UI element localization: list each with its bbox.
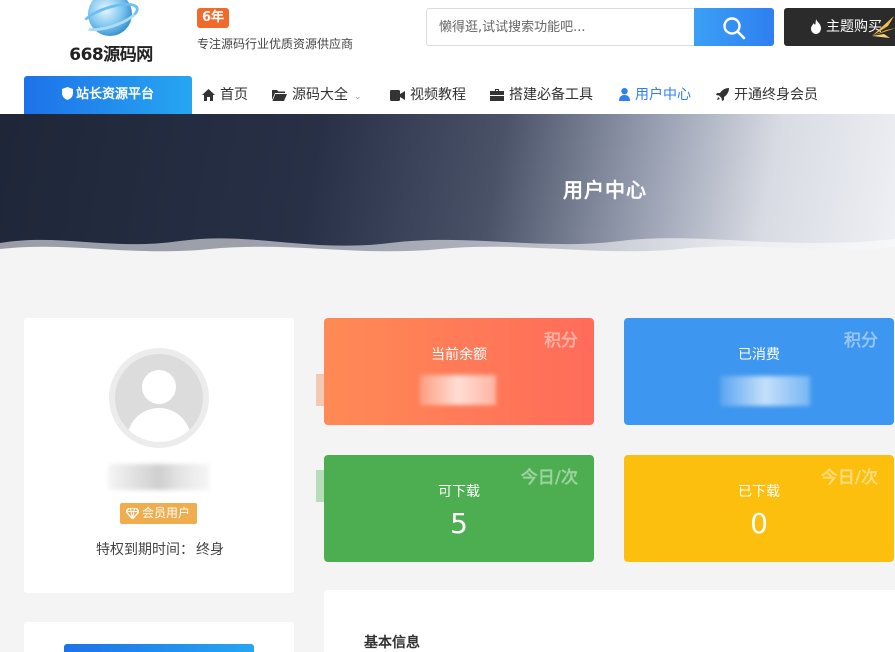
vip-badge-label: 会员用户 bbox=[142, 506, 191, 520]
expire-value: 终身 bbox=[196, 542, 224, 558]
side-card bbox=[24, 622, 294, 652]
shield-icon bbox=[61, 87, 73, 100]
avatar[interactable] bbox=[109, 348, 209, 448]
diamond-icon bbox=[125, 507, 140, 521]
nav-label: 搭建必备工具 bbox=[509, 87, 593, 103]
rocket-icon bbox=[716, 88, 729, 101]
spent-value-redacted bbox=[720, 376, 810, 406]
sparkle-decoration-icon bbox=[872, 16, 895, 38]
stat-label: 当前余额 bbox=[431, 347, 487, 363]
site-logo[interactable]: 668源码网 bbox=[66, 0, 156, 66]
chevron-down-icon: ⌄ bbox=[354, 92, 362, 102]
vip-badge: 会员用户 bbox=[120, 503, 198, 524]
stat-value: 0 bbox=[750, 507, 768, 540]
nav-label: 用户中心 bbox=[635, 87, 691, 103]
nav-item-user-center[interactable]: 用户中心 bbox=[619, 76, 691, 114]
nav-label: 开通终身会员 bbox=[734, 87, 818, 103]
nav-label: 视频教程 bbox=[410, 87, 466, 103]
site-header: 668源码网 6年 专注源码行业优质资源供应商 主题购买 bbox=[0, 0, 895, 76]
basic-info-panel: 基本信息 bbox=[324, 590, 895, 652]
folder-icon bbox=[272, 90, 287, 101]
flame-icon bbox=[811, 19, 821, 34]
username-redacted bbox=[108, 464, 210, 490]
avatar-head bbox=[142, 370, 176, 404]
expire-label: 特权到期时间： bbox=[96, 542, 194, 558]
nav-label: 首页 bbox=[220, 87, 248, 103]
section-title: 基本信息 bbox=[364, 635, 420, 651]
side-card-button[interactable] bbox=[64, 644, 254, 652]
search-button[interactable] bbox=[694, 8, 774, 46]
logo-text: 668源码网 bbox=[69, 45, 153, 65]
downloaded-card: 今日/次 已下载 0 bbox=[624, 455, 894, 562]
home-icon bbox=[202, 89, 215, 101]
nav-item-lifetime-vip[interactable]: 开通终身会员 bbox=[716, 76, 818, 114]
balance-value-redacted bbox=[420, 375, 496, 405]
years-badge: 6年 bbox=[197, 8, 230, 28]
avatar-body bbox=[127, 408, 191, 442]
site-slogan: 专注源码行业优质资源供应商 bbox=[197, 37, 354, 51]
video-icon bbox=[390, 90, 405, 101]
page-title: 用户中心 bbox=[563, 178, 647, 202]
balance-card: 积分 当前余额 bbox=[324, 318, 594, 425]
main-nav: 站长资源平台 首页 源码大全 ⌄ 视频教程 搭建必备工具 用户中心 开通终身会员 bbox=[0, 76, 895, 114]
stat-value: 5 bbox=[450, 507, 468, 540]
search-input[interactable] bbox=[426, 8, 696, 46]
nav-label: 源码大全 bbox=[292, 87, 348, 103]
user-icon bbox=[619, 88, 630, 101]
banner-wave bbox=[0, 238, 895, 259]
search-icon bbox=[723, 17, 746, 40]
nav-item-video[interactable]: 视频教程 bbox=[390, 76, 466, 114]
stat-label: 已消费 bbox=[738, 347, 780, 363]
nav-item-home[interactable]: 首页 bbox=[202, 76, 248, 114]
expire-info: 特权到期时间： 终身 bbox=[24, 539, 294, 559]
briefcase-icon bbox=[490, 89, 504, 101]
stat-label: 可下载 bbox=[438, 484, 480, 500]
page-banner: 用户中心 bbox=[0, 114, 895, 259]
profile-card: 会员用户 特权到期时间： 终身 bbox=[24, 318, 294, 593]
nav-primary-platform[interactable]: 站长资源平台 bbox=[24, 76, 192, 114]
nav-primary-label: 站长资源平台 bbox=[75, 87, 154, 102]
nav-item-source[interactable]: 源码大全 ⌄ bbox=[272, 76, 362, 114]
nav-item-tools[interactable]: 搭建必备工具 bbox=[490, 76, 593, 114]
stat-label: 已下载 bbox=[738, 484, 780, 500]
spent-card: 积分 已消费 bbox=[624, 318, 894, 425]
downloadable-card: 今日/次 可下载 5 bbox=[324, 455, 594, 562]
